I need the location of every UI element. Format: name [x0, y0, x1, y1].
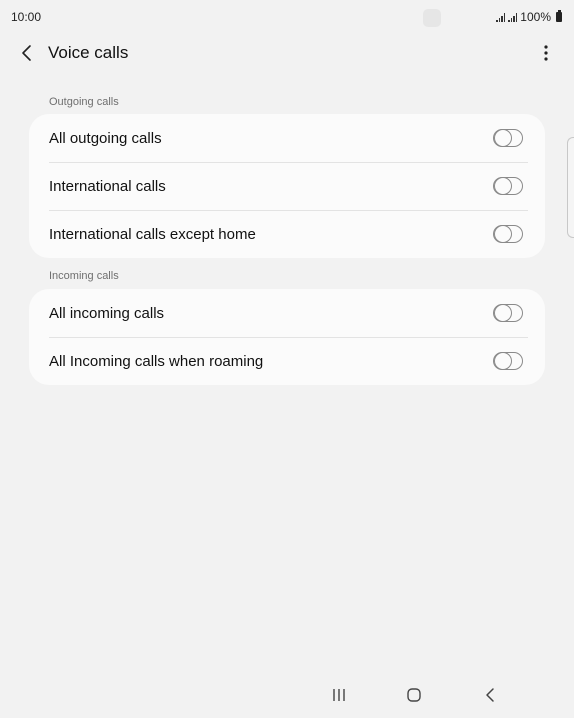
recents-button[interactable] [319, 680, 359, 710]
toggle-knob [494, 352, 512, 370]
signal-icon [508, 12, 518, 22]
toggle-switch[interactable] [493, 352, 523, 370]
back-icon [486, 688, 494, 702]
camera-cutout [423, 9, 441, 27]
toggle-switch[interactable] [493, 304, 523, 322]
setting-row-all-incoming[interactable]: All incoming calls [29, 289, 545, 337]
navigation-bar [0, 672, 574, 718]
setting-row-all-outgoing[interactable]: All outgoing calls [29, 114, 545, 162]
toggle-knob [494, 225, 512, 243]
setting-row-international[interactable]: International calls [29, 162, 545, 210]
setting-label: All outgoing calls [49, 129, 162, 147]
nav-back-button[interactable] [470, 680, 510, 710]
battery-percentage: 100% [520, 10, 551, 24]
back-button[interactable] [14, 40, 40, 66]
status-indicators: 100% [496, 10, 562, 24]
setting-row-incoming-roaming[interactable]: All Incoming calls when roaming [29, 337, 545, 385]
setting-label: All Incoming calls when roaming [49, 352, 264, 370]
more-vertical-icon [544, 45, 548, 61]
setting-label: International calls except home [49, 225, 256, 243]
setting-row-international-except-home[interactable]: International calls except home [29, 210, 545, 258]
page-title: Voice calls [48, 43, 129, 62]
status-bar: 10:00 100% [0, 0, 574, 34]
more-options-button[interactable] [534, 40, 558, 66]
home-icon [407, 688, 421, 702]
setting-label: International calls [49, 177, 166, 195]
status-time: 10:00 [11, 10, 42, 24]
home-button[interactable] [394, 680, 434, 710]
toggle-knob [494, 177, 512, 195]
edge-panel-handle[interactable] [567, 137, 574, 238]
incoming-calls-card: All incoming calls All Incoming calls wh… [29, 289, 545, 385]
setting-label: All incoming calls [49, 304, 165, 322]
section-header-incoming: Incoming calls [49, 270, 119, 282]
toggle-knob [494, 304, 512, 322]
toggle-switch[interactable] [493, 225, 523, 243]
battery-icon [556, 10, 562, 22]
toggle-knob [494, 129, 512, 147]
app-bar: Voice calls [0, 36, 574, 70]
toggle-switch[interactable] [493, 129, 523, 147]
signal-icon [496, 12, 506, 22]
outgoing-calls-card: All outgoing calls International calls I… [29, 114, 545, 258]
recents-icon [333, 689, 345, 701]
chevron-left-icon [22, 45, 31, 61]
section-header-outgoing: Outgoing calls [49, 96, 119, 108]
toggle-switch[interactable] [493, 177, 523, 195]
